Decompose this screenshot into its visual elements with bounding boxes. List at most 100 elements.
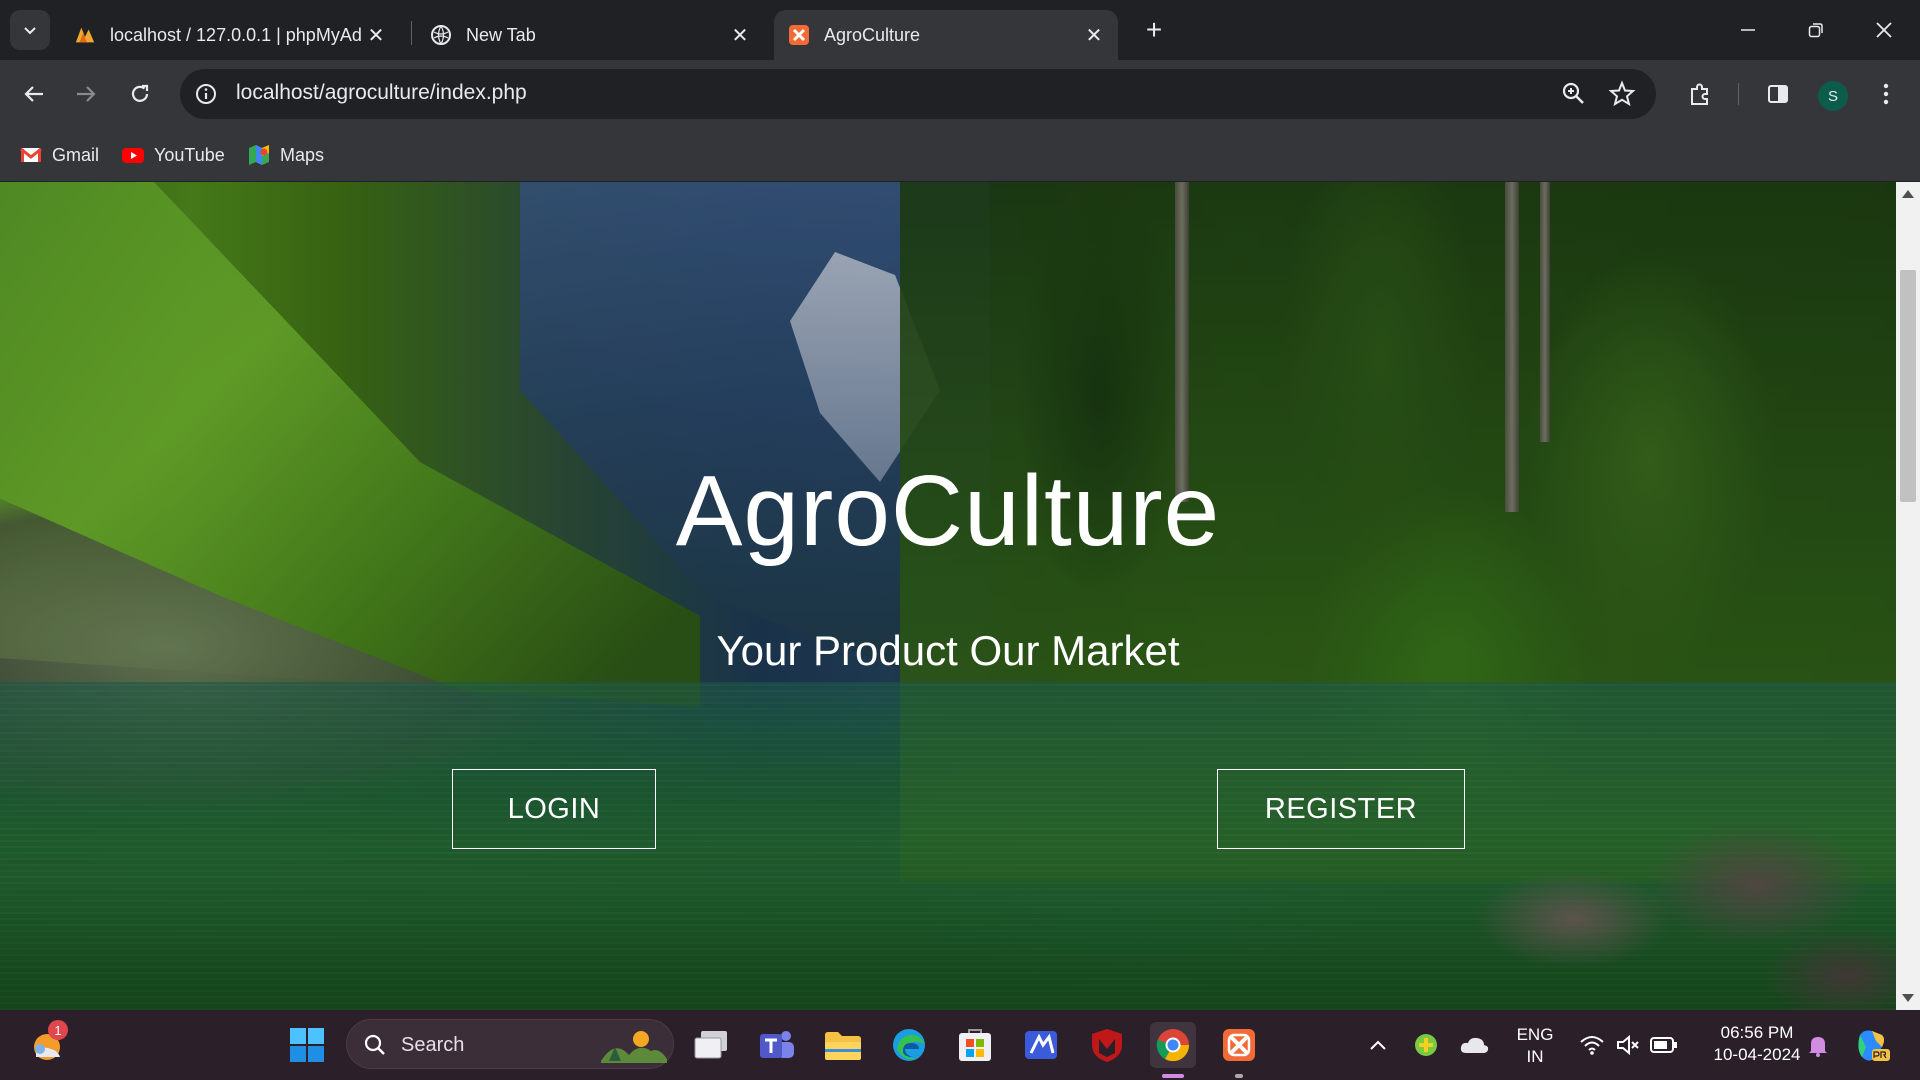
forward-button[interactable] [66,74,106,114]
running-indicator [1162,1074,1184,1078]
tab-phpmyadmin[interactable]: localhost / 127.0.0.1 | phpMyAd ✕ [60,10,400,60]
tab-agroculture[interactable]: AgroCulture ✕ [774,10,1118,60]
battery-icon [1650,1037,1677,1053]
bookmark-gmail[interactable]: Gmail [20,140,99,170]
url-text[interactable]: localhost/agroculture/index.php [236,81,527,105]
youtube-icon [122,148,144,163]
minimize-icon [1741,29,1755,31]
wifi-button[interactable] [1574,1022,1610,1068]
volume-muted-icon [1617,1034,1639,1056]
task-view-button[interactable] [688,1022,734,1068]
xampp-button[interactable] [1216,1022,1262,1068]
close-icon [1876,22,1892,38]
side-panel-icon [1768,85,1788,103]
scroll-thumb[interactable] [1900,270,1916,502]
teams-icon [760,1031,794,1058]
profile-avatar[interactable]: S [1818,81,1848,111]
page-scrollbar[interactable] [1896,182,1920,1010]
tab-title: New Tab [466,24,536,45]
tab-divider [411,21,412,45]
bookmark-youtube[interactable]: YouTube [122,140,225,170]
teams-button[interactable] [754,1022,800,1068]
language-indicator[interactable]: ENG IN [1512,1024,1558,1068]
edge-button[interactable] [886,1022,932,1068]
file-explorer-button[interactable] [820,1022,866,1068]
close-window-button[interactable] [1856,8,1912,52]
widgets-button[interactable]: 1 [24,1020,70,1068]
scroll-up-arrow-icon[interactable] [1902,190,1914,198]
search-label: Search [401,1034,465,1056]
close-icon[interactable]: ✕ [366,25,386,47]
login-button[interactable]: LOGIN [452,769,656,849]
site-tagline: Your Product Our Market [716,627,1180,674]
tab-title: localhost / 127.0.0.1 | phpMyAd [110,24,362,45]
windows-taskbar: 1 Search ENG IN 06:56 PM 10-04-2024 [0,1010,1920,1080]
start-button[interactable] [284,1022,330,1068]
tab-new-tab[interactable]: New Tab ✕ [416,10,764,60]
tab-search-button[interactable] [10,10,50,50]
copilot-icon [1858,1030,1890,1061]
bell-icon [1809,1037,1827,1057]
store-icon [959,1029,991,1061]
chevron-up-icon [1370,1040,1386,1050]
close-icon[interactable]: ✕ [1084,25,1104,47]
chrome-button[interactable] [1150,1022,1196,1068]
tray-overflow-button[interactable] [1360,1022,1396,1068]
zoom-icon[interactable] [1560,80,1588,108]
puzzle-icon [1691,83,1708,105]
pen-app-icon [1025,1031,1057,1059]
taskbar-search[interactable]: Search [346,1019,674,1069]
tab-strip: localhost / 127.0.0.1 | phpMyAd ✕ New Ta… [0,0,1920,60]
toolbar-divider [1738,83,1739,105]
maps-icon [249,145,269,165]
search-highlight-icon [601,1031,667,1063]
xampp-icon [1223,1029,1255,1061]
arrow-left-icon [24,86,43,102]
mcafee-button[interactable] [1084,1022,1130,1068]
wifi-icon [1580,1036,1604,1055]
tab-title: AgroCulture [824,24,921,45]
scroll-down-arrow-icon[interactable] [1902,994,1914,1002]
xampp-icon [788,24,810,46]
hero-section: AgroCulture Your Product Our Market LOGI… [0,182,1896,1010]
notifications-button[interactable] [1800,1022,1836,1068]
restore-icon [1808,23,1823,38]
region-code: IN [1526,1047,1544,1066]
more-vertical-icon [1883,83,1889,105]
close-icon[interactable]: ✕ [730,25,750,47]
battery-button[interactable] [1646,1022,1682,1068]
windows-logo-icon [290,1028,324,1062]
chrome-icon [1156,1029,1190,1062]
bookmark-star-icon[interactable] [1608,80,1636,108]
extensions-button[interactable] [1680,74,1720,114]
new-tab-button[interactable]: + [1138,14,1170,46]
minimize-button[interactable] [1720,8,1776,52]
copilot-button[interactable] [1850,1022,1894,1068]
bookmark-label: Gmail [52,144,100,165]
onedrive-button[interactable] [1456,1022,1492,1068]
browser-toolbar: localhost/agroculture/index.php [0,60,1920,128]
site-info-icon[interactable] [192,80,220,108]
register-button[interactable]: REGISTER [1217,769,1465,849]
folder-icon [825,1032,861,1060]
restore-button[interactable] [1788,8,1844,52]
back-button[interactable] [14,74,54,114]
side-panel-button[interactable] [1758,74,1798,114]
app-button[interactable] [1018,1022,1064,1068]
gmail-icon [20,147,42,162]
reload-icon [131,84,149,102]
store-button[interactable] [952,1022,998,1068]
background-overlay [0,182,1896,1010]
running-indicator [1235,1074,1243,1078]
globe-icon [430,24,452,46]
search-icon [364,1034,385,1055]
bookmarks-bar: Gmail YouTube Maps [0,128,1920,182]
bookmark-maps[interactable]: Maps [248,140,324,170]
volume-button[interactable] [1610,1022,1646,1068]
address-bar[interactable]: localhost/agroculture/index.php [180,69,1656,119]
task-view-icon [694,1031,727,1059]
tray-app-button[interactable] [1408,1022,1444,1068]
chrome-menu-button[interactable] [1866,74,1906,114]
reload-button[interactable] [120,74,160,114]
cloud-icon [1460,1037,1489,1053]
